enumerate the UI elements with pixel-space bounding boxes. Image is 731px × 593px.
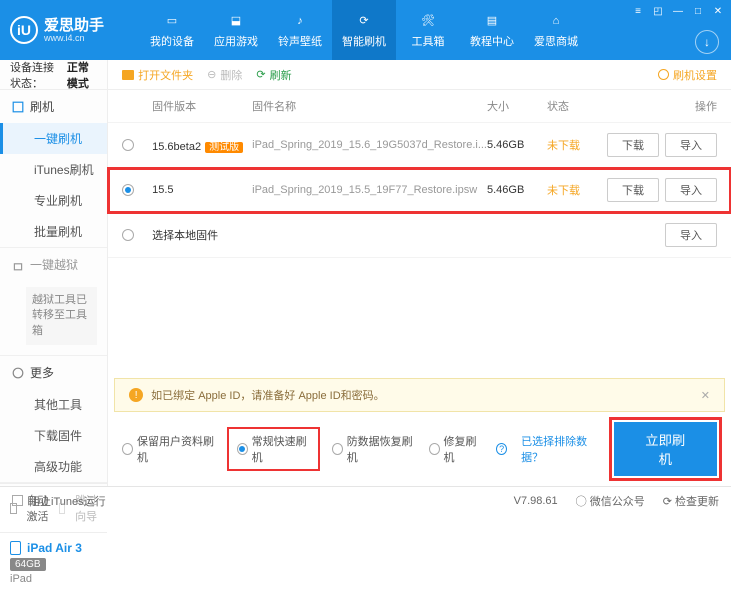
warning-bar: ! 如已绑定 Apple ID，请准备好 Apple ID和密码。 ✕ bbox=[114, 378, 725, 412]
download-button[interactable]: 下载 bbox=[607, 178, 659, 202]
check-update-link[interactable]: ⟳ 检查更新 bbox=[663, 493, 719, 509]
apps-icon: ⬓ bbox=[227, 12, 245, 30]
sidebar-item-oneclick[interactable]: 一键刷机 bbox=[0, 123, 107, 154]
content: 打开文件夹 ⊖ 删除 ⟳ 刷新 刷机设置 固件版本 固件名称 大小 状态 操作 … bbox=[108, 60, 731, 486]
flash-now-button[interactable]: 立即刷机 bbox=[614, 422, 718, 476]
window-controls: ≡ ◰ — □ ✕ bbox=[631, 4, 725, 18]
sidebar-item-download-fw[interactable]: 下载固件 bbox=[0, 420, 107, 451]
device-type: iPad bbox=[10, 573, 97, 585]
nav-apps[interactable]: ⬓应用游戏 bbox=[204, 0, 268, 60]
open-folder-button[interactable]: 打开文件夹 bbox=[122, 67, 193, 83]
book-icon: ▤ bbox=[483, 12, 501, 30]
nav-ringtones[interactable]: ♪铃声壁纸 bbox=[268, 0, 332, 60]
exclude-data-link[interactable]: 已选择排除数据？ bbox=[521, 433, 599, 465]
version-label: V7.98.61 bbox=[514, 495, 558, 507]
skin-icon[interactable]: ◰ bbox=[651, 4, 665, 18]
block-itunes-checkbox[interactable] bbox=[12, 495, 23, 506]
device-name: iPad Air 3 bbox=[10, 541, 97, 555]
titlebar: iU 爱思助手 www.i4.cn ▭我的设备 ⬓应用游戏 ♪铃声壁纸 ⟳智能刷… bbox=[0, 0, 731, 60]
nav-tutorials[interactable]: ▤教程中心 bbox=[460, 0, 524, 60]
sidebar-item-pro[interactable]: 专业刷机 bbox=[0, 185, 107, 216]
sidebar: 设备连接状态： 正常模式 刷机 一键刷机 iTunes刷机 专业刷机 批量刷机 … bbox=[0, 60, 108, 486]
music-icon: ♪ bbox=[291, 12, 309, 30]
refresh-icon: ⟳ bbox=[355, 12, 373, 30]
connection-status: 设备连接状态： 正常模式 bbox=[0, 60, 107, 90]
import-button[interactable]: 导入 bbox=[665, 133, 717, 157]
beta-tag: 测试版 bbox=[205, 142, 243, 153]
flash-mode-bar: 保留用户资料刷机 常规快速刷机 防数据恢复刷机 修复刷机 ? 已选择排除数据？ … bbox=[108, 412, 731, 486]
phone-icon: ▭ bbox=[163, 12, 181, 30]
lock-icon bbox=[12, 259, 24, 271]
close-icon[interactable]: ✕ bbox=[711, 4, 725, 18]
ipad-icon bbox=[10, 541, 21, 555]
mode-anti-recovery[interactable]: 防数据恢复刷机 bbox=[332, 433, 415, 465]
flash-icon bbox=[12, 101, 24, 113]
local-firmware-row[interactable]: 选择本地固件 导入 bbox=[108, 213, 731, 258]
mode-keep-data[interactable]: 保留用户资料刷机 bbox=[122, 433, 215, 465]
statusbar: 阻止iTunes运行 V7.98.61 ◯ 微信公众号 ⟳ 检查更新 bbox=[0, 486, 731, 514]
gear-icon bbox=[658, 69, 669, 80]
connection-mode: 正常模式 bbox=[67, 59, 97, 91]
minimize-icon[interactable]: — bbox=[671, 4, 685, 18]
app-logo: iU 爱思助手 www.i4.cn bbox=[10, 16, 140, 44]
sidebar-item-othertools[interactable]: 其他工具 bbox=[0, 389, 107, 420]
group-flash-header[interactable]: 刷机 bbox=[0, 90, 107, 123]
jailbreak-note: 越狱工具已转移至工具箱 bbox=[26, 287, 97, 345]
nav-toolbox[interactable]: 🛠工具箱 bbox=[396, 0, 460, 60]
nav-store[interactable]: ⌂爱思商城 bbox=[524, 0, 588, 60]
row-radio[interactable] bbox=[122, 229, 134, 241]
toolbox-icon: 🛠 bbox=[419, 12, 437, 30]
menu-icon[interactable]: ≡ bbox=[631, 4, 645, 18]
nav-my-device[interactable]: ▭我的设备 bbox=[140, 0, 204, 60]
mode-normal[interactable]: 常规快速刷机 bbox=[229, 429, 318, 469]
sidebar-item-advanced[interactable]: 高级功能 bbox=[0, 451, 107, 482]
download-button[interactable]: 下载 bbox=[607, 133, 659, 157]
app-name: 爱思助手 bbox=[44, 18, 104, 33]
firmware-row-selected[interactable]: 15.5 iPad_Spring_2019_15.5_19F77_Restore… bbox=[108, 168, 731, 213]
import-button[interactable]: 导入 bbox=[665, 178, 717, 202]
import-button[interactable]: 导入 bbox=[665, 223, 717, 247]
maximize-icon[interactable]: □ bbox=[691, 4, 705, 18]
flash-settings-button[interactable]: 刷机设置 bbox=[658, 67, 717, 83]
device-card[interactable]: iPad Air 3 64GB iPad bbox=[0, 532, 107, 593]
warning-close-icon[interactable]: ✕ bbox=[701, 389, 710, 402]
cart-icon: ⌂ bbox=[547, 12, 565, 30]
download-manager-icon[interactable]: ↓ bbox=[695, 30, 719, 54]
delete-button[interactable]: ⊖ 删除 bbox=[207, 67, 242, 83]
app-site: www.i4.cn bbox=[44, 33, 104, 43]
mode-repair[interactable]: 修复刷机 bbox=[429, 433, 482, 465]
toolbar: 打开文件夹 ⊖ 删除 ⟳ 刷新 刷机设置 bbox=[108, 60, 731, 90]
firmware-row[interactable]: 15.6beta2测试版 iPad_Spring_2019_15.6_19G50… bbox=[108, 123, 731, 168]
wechat-link[interactable]: ◯ 微信公众号 bbox=[576, 493, 645, 509]
group-more-header[interactable]: 更多 bbox=[0, 356, 107, 389]
nav-flash[interactable]: ⟳智能刷机 bbox=[332, 0, 396, 60]
folder-icon bbox=[122, 70, 134, 80]
warning-icon: ! bbox=[129, 388, 143, 402]
info-icon[interactable]: ? bbox=[496, 443, 507, 455]
sidebar-item-itunes[interactable]: iTunes刷机 bbox=[0, 154, 107, 185]
more-icon bbox=[12, 367, 24, 379]
skip-guide-checkbox[interactable] bbox=[59, 503, 66, 514]
row-radio[interactable] bbox=[122, 139, 134, 151]
sidebar-item-batch[interactable]: 批量刷机 bbox=[0, 216, 107, 247]
table-header: 固件版本 固件名称 大小 状态 操作 bbox=[108, 90, 731, 123]
refresh-button[interactable]: ⟳ 刷新 bbox=[256, 67, 291, 83]
group-jailbreak-header[interactable]: 一键越狱 bbox=[0, 248, 107, 281]
logo-icon: iU bbox=[10, 16, 38, 44]
row-radio[interactable] bbox=[122, 184, 134, 196]
device-capacity: 64GB bbox=[10, 558, 46, 571]
